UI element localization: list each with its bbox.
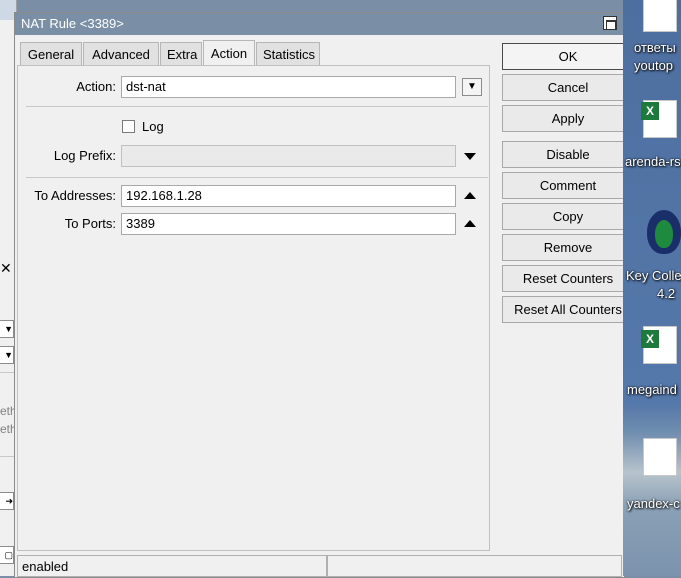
tab-statistics[interactable]: Statistics xyxy=(256,42,320,65)
desktop-item-label: 4.2 xyxy=(657,286,676,301)
desktop-item[interactable]: ответы youtop xyxy=(623,0,681,80)
keycollector-icon xyxy=(647,210,681,254)
tab-extra[interactable]: Extra xyxy=(160,42,202,65)
desktop-item-label: arenda-rs xyxy=(625,154,681,169)
chevron-down-icon[interactable]: ▼ xyxy=(0,346,14,364)
disable-button[interactable]: Disable xyxy=(502,141,634,168)
to-addresses-label: To Addresses: xyxy=(34,188,116,203)
status-cell xyxy=(327,555,622,577)
document-icon xyxy=(643,438,677,476)
dropdown-arrow-icon[interactable]: ▼ xyxy=(462,78,482,96)
action-label: Action: xyxy=(76,79,116,94)
divider xyxy=(0,456,14,457)
desktop-item[interactable]: yandex-c xyxy=(623,430,681,520)
status-bar: enabled xyxy=(17,555,622,577)
to-ports-label: To Ports: xyxy=(64,216,116,231)
desktop-item[interactable]: X arenda-rs xyxy=(623,96,681,172)
log-checkbox[interactable] xyxy=(122,120,135,133)
titlebar[interactable]: NAT Rule <3389> xyxy=(15,13,624,35)
collapse-arrow-icon[interactable] xyxy=(464,220,476,227)
remove-button[interactable]: Remove xyxy=(502,234,634,261)
desktop-item-label: youtop xyxy=(634,58,674,73)
reset-all-counters-button[interactable]: Reset All Counters xyxy=(502,296,634,323)
to-addresses-input[interactable]: 192.168.1.28 xyxy=(121,185,456,207)
log-label: Log xyxy=(142,119,164,134)
desktop-item-label: ответы xyxy=(634,40,676,55)
list-item: eth xyxy=(0,422,14,436)
excel-badge-icon: X xyxy=(641,102,659,120)
apply-button[interactable]: Apply xyxy=(502,105,634,132)
list-item: eth xyxy=(0,404,14,418)
desktop: ответы youtop X arenda-rs Key Colle 4.2 … xyxy=(623,0,681,576)
divider xyxy=(26,177,488,178)
comment-button[interactable]: Comment xyxy=(502,172,634,199)
close-icon[interactable]: ✕ xyxy=(0,260,14,276)
divider xyxy=(26,106,488,107)
action-tab-panel: Action: dst-nat ▼ Log Log Prefix: To Add… xyxy=(17,65,490,551)
tab-general[interactable]: General xyxy=(20,42,82,65)
action-select[interactable]: dst-nat xyxy=(121,76,456,98)
desktop-item[interactable]: Key Colle 4.2 xyxy=(623,200,681,304)
tab-advanced[interactable]: Advanced xyxy=(83,42,159,65)
collapse-arrow-icon[interactable] xyxy=(464,192,476,199)
cancel-button[interactable]: Cancel xyxy=(502,74,634,101)
desktop-item[interactable]: X megaind xyxy=(623,320,681,402)
desktop-item-label: Key Colle xyxy=(626,268,681,283)
status-text: enabled xyxy=(17,555,327,577)
divider xyxy=(0,372,14,373)
dropdown-arrow-icon[interactable] xyxy=(464,153,476,160)
nat-rule-dialog: NAT Rule <3389> General Advanced Extra A… xyxy=(14,12,634,578)
chevron-down-icon[interactable]: ▼ xyxy=(0,320,14,338)
reset-counters-button[interactable]: Reset Counters xyxy=(502,265,634,292)
maximize-icon[interactable] xyxy=(603,16,617,30)
tab-action[interactable]: Action xyxy=(203,40,255,66)
desktop-item-label: yandex-c xyxy=(627,496,680,511)
maximize-icon[interactable]: ▢ xyxy=(0,546,14,564)
to-ports-input[interactable]: 3389 xyxy=(121,213,456,235)
log-prefix-input[interactable] xyxy=(121,145,456,167)
document-icon xyxy=(643,0,677,32)
copy-button[interactable]: Copy xyxy=(502,203,634,230)
excel-badge-icon: X xyxy=(641,330,659,348)
arrow-right-icon[interactable]: ➜ xyxy=(0,492,14,510)
desktop-item-label: megaind xyxy=(627,382,677,397)
ok-button[interactable]: OK xyxy=(502,43,634,70)
log-prefix-label: Log Prefix: xyxy=(53,148,116,163)
window-title: NAT Rule <3389> xyxy=(21,16,124,31)
